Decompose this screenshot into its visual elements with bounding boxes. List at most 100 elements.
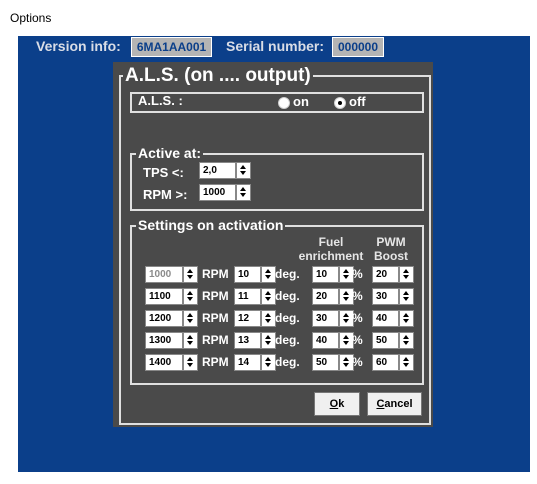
percent-unit-label: % (352, 289, 363, 303)
serial-number-value: 000000 (332, 37, 384, 57)
fuel-row-2-input[interactable]: 20 (312, 288, 339, 305)
pwm-row-5-spin-button[interactable] (399, 354, 414, 371)
pwm-row-5-input[interactable]: 60 (372, 354, 399, 371)
deg-row-2-input[interactable]: 11 (234, 288, 261, 305)
rpm-row-4-input[interactable]: 1300 (145, 332, 183, 349)
spin-down-icon (187, 341, 193, 345)
als-on-radio[interactable] (278, 97, 290, 109)
settings-title: Settings on activation (136, 217, 286, 233)
rpm-threshold-stepper[interactable]: 1000 (199, 184, 251, 201)
deg-row-4-spin-button[interactable] (261, 332, 276, 349)
spin-up-icon (265, 269, 271, 273)
tps-spin-button[interactable] (236, 162, 251, 179)
rpm-row-3-spin-button[interactable] (183, 310, 198, 327)
spin-down-icon (343, 341, 349, 345)
als-on-label[interactable]: on (293, 94, 309, 109)
spin-up-icon (403, 335, 409, 339)
als-panel-title: A.L.S. (on .... output) (123, 65, 313, 87)
deg-row-5-spin-button[interactable] (261, 354, 276, 371)
percent-unit-label: % (352, 267, 363, 281)
fuel-row-3-input[interactable]: 30 (312, 310, 339, 327)
deg-unit-label: deg. (275, 311, 300, 325)
fuel-header-line1: Fuel (318, 235, 344, 249)
pwm-header-line2: Boost (374, 249, 408, 263)
pwm-row-4-spin-button[interactable] (399, 332, 414, 349)
pwm-row-1-spin-button[interactable] (399, 266, 414, 283)
spin-down-icon (187, 275, 193, 279)
deg-row-3-input[interactable]: 12 (234, 310, 261, 327)
tps-input[interactable]: 2,0 (199, 162, 236, 179)
pwm-header-line1: PWM (376, 235, 406, 249)
fuel-row-1-input[interactable]: 10 (312, 266, 339, 283)
spin-down-icon (265, 275, 271, 279)
cancel-button[interactable]: Cancel (367, 392, 422, 416)
rpm-threshold-spin-button[interactable] (236, 184, 251, 201)
deg-row-3-spin-button[interactable] (261, 310, 276, 327)
rpm-row-2-spin-button[interactable] (183, 288, 198, 305)
active-at-frame (130, 153, 424, 211)
spin-up-icon (403, 269, 409, 273)
spin-down-icon (265, 297, 271, 301)
spin-up-icon (343, 291, 349, 295)
rpm-unit-label: RPM (202, 311, 229, 325)
als-off-radio[interactable] (334, 97, 346, 109)
rpm-threshold-label: RPM >: (143, 187, 188, 202)
spin-down-icon (403, 363, 409, 367)
spin-down-icon (403, 319, 409, 323)
fuel-enrichment-header: Fuel enrichment (297, 235, 365, 263)
spin-up-icon (240, 165, 246, 169)
spin-up-icon (403, 357, 409, 361)
rpm-row-4-spin-button[interactable] (183, 332, 198, 349)
spin-down-icon (187, 319, 193, 323)
spin-up-icon (343, 335, 349, 339)
percent-unit-label: % (352, 333, 363, 347)
fuel-row-5-input[interactable]: 50 (312, 354, 339, 371)
spin-up-icon (187, 269, 193, 273)
pwm-row-3-spin-button[interactable] (399, 310, 414, 327)
pwm-row-4-input[interactable]: 50 (372, 332, 399, 349)
rpm-row-5-input[interactable]: 1400 (145, 354, 183, 371)
ok-button[interactable]: Ok (314, 392, 360, 416)
version-info-value: 6MA1AA001 (131, 37, 212, 57)
spin-down-icon (265, 363, 271, 367)
spin-up-icon (187, 313, 193, 317)
spin-up-icon (403, 291, 409, 295)
deg-row-1-spin-button[interactable] (261, 266, 276, 283)
rpm-unit-label: RPM (202, 267, 229, 281)
rpm-row-5-spin-button[interactable] (183, 354, 198, 371)
active-at-title: Active at: (136, 145, 204, 161)
version-info-label: Version info: (36, 38, 121, 54)
spin-up-icon (187, 291, 193, 295)
pwm-row-2-input[interactable]: 30 (372, 288, 399, 305)
cancel-label-rest: ancel (384, 398, 413, 410)
tps-stepper[interactable]: 2,0 (199, 162, 251, 179)
pwm-row-2-spin-button[interactable] (399, 288, 414, 305)
radio-selected-dot (338, 101, 342, 105)
rpm-row-1-spin-button[interactable] (183, 266, 198, 283)
percent-unit-label: % (352, 311, 363, 325)
rpm-row-2-input[interactable]: 1100 (145, 288, 183, 305)
spin-up-icon (403, 313, 409, 317)
rpm-row-3-input[interactable]: 1200 (145, 310, 183, 327)
fuel-row-4-input[interactable]: 40 (312, 332, 339, 349)
deg-unit-label: deg. (275, 333, 300, 347)
deg-row-4-input[interactable]: 13 (234, 332, 261, 349)
pwm-row-3-input[interactable]: 40 (372, 310, 399, 327)
als-off-label[interactable]: off (349, 94, 366, 109)
rpm-threshold-input[interactable]: 1000 (199, 184, 236, 201)
pwm-row-1-input[interactable]: 20 (372, 266, 399, 283)
rpm-unit-label: RPM (202, 333, 229, 347)
spin-up-icon (187, 335, 193, 339)
deg-row-5-input[interactable]: 14 (234, 354, 261, 371)
deg-row-2-spin-button[interactable] (261, 288, 276, 305)
spin-down-icon (240, 193, 246, 197)
ok-label-rest: k (338, 398, 345, 410)
spin-up-icon (265, 335, 271, 339)
rpm-row-1-input[interactable]: 1000 (145, 266, 183, 283)
spin-down-icon (343, 363, 349, 367)
serial-number-label: Serial number: (226, 38, 325, 54)
deg-row-1-input[interactable]: 10 (234, 266, 261, 283)
title-bar: Options (0, 0, 537, 36)
spin-down-icon (343, 275, 349, 279)
spin-down-icon (403, 341, 409, 345)
